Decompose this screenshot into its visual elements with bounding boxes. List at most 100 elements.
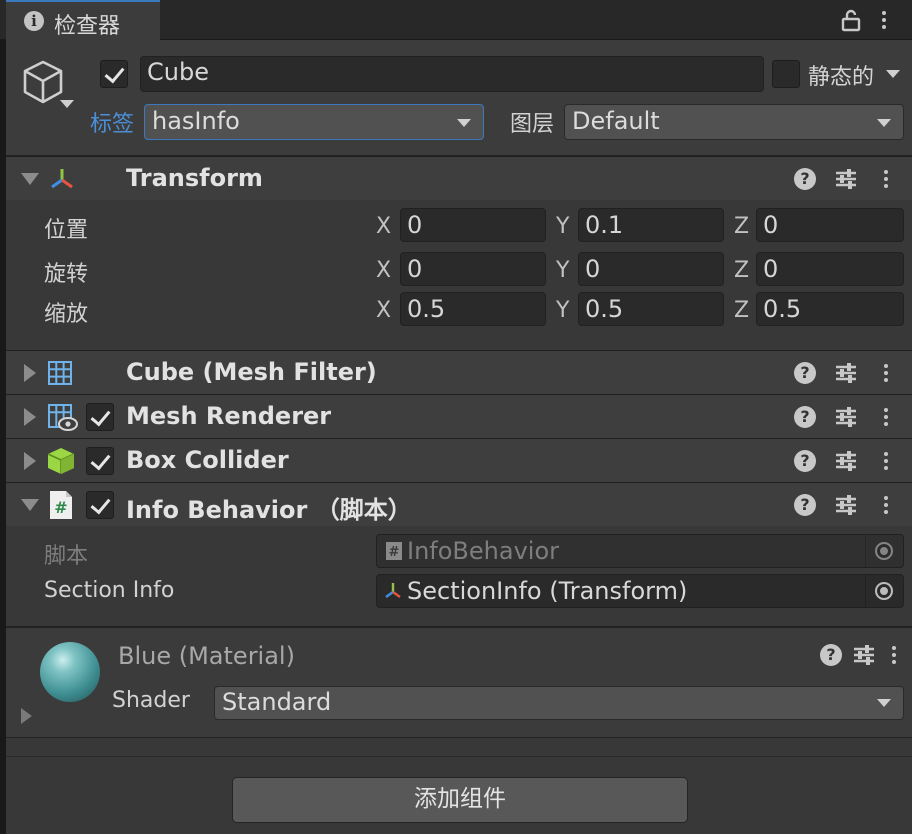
active-checkbox[interactable]: [100, 60, 128, 88]
scale-x-field[interactable]: 0.5: [400, 292, 546, 326]
script-icon: #: [50, 491, 72, 519]
rotation-y-field[interactable]: 0: [578, 252, 724, 286]
position-label: 位置: [44, 218, 89, 243]
info-behavior-body: 脚本 # InfoBehavior Section Info SectionIn…: [6, 526, 912, 626]
static-label: 静态的: [808, 65, 875, 90]
tab-bar: i 检查器: [0, 0, 912, 40]
axis-x-label[interactable]: X: [376, 258, 391, 283]
preset-sliders-icon[interactable]: [834, 168, 858, 190]
static-checkbox[interactable]: [772, 60, 800, 88]
material-section: Blue (Material) ? Shader Standard: [6, 626, 912, 738]
help-icon[interactable]: ?: [794, 450, 816, 472]
axis-y-label[interactable]: Y: [556, 298, 569, 323]
object-name-field[interactable]: Cube: [140, 56, 764, 92]
svg-text:#: #: [389, 545, 400, 560]
position-z-field[interactable]: 0: [756, 208, 904, 242]
kebab-menu-icon[interactable]: [882, 168, 890, 190]
add-component-button[interactable]: 添加组件: [232, 777, 688, 823]
transform-icon: [385, 583, 401, 598]
section-info-field[interactable]: SectionInfo (Transform): [376, 574, 904, 608]
transform-title: Transform: [126, 164, 263, 192]
box-collider-enabled-checkbox[interactable]: [86, 447, 114, 475]
axis-z-label[interactable]: Z: [734, 298, 749, 323]
mesh-renderer-title: Mesh Renderer: [126, 402, 332, 430]
chevron-down-icon: [877, 699, 891, 707]
help-icon[interactable]: ?: [820, 644, 842, 666]
axis-y-label[interactable]: Y: [556, 258, 569, 283]
preset-sliders-icon[interactable]: [834, 494, 858, 516]
box-collider-title: Box Collider: [126, 446, 289, 474]
transform-header[interactable]: Transform ?: [6, 156, 912, 200]
lock-icon[interactable]: [840, 8, 862, 32]
position-y-field[interactable]: 0.1: [578, 208, 724, 242]
object-picker-icon: [865, 535, 903, 567]
foldout-closed-icon[interactable]: [21, 708, 32, 724]
foldout-closed-icon[interactable]: [24, 408, 36, 426]
scale-z-field[interactable]: 0.5: [756, 292, 904, 326]
info-behavior-enabled-checkbox[interactable]: [86, 491, 114, 519]
layer-dropdown[interactable]: Default: [564, 104, 904, 140]
static-dropdown-arrow[interactable]: [886, 70, 900, 78]
object-header: Cube 静态的 标签 hasInfo 图层 Default: [6, 40, 912, 156]
mesh-renderer-enabled-checkbox[interactable]: [86, 403, 114, 431]
mesh-filter-header[interactable]: Cube (Mesh Filter) ?: [6, 350, 912, 394]
kebab-menu-icon[interactable]: [882, 450, 890, 472]
tag-value: hasInfo: [152, 107, 240, 135]
rotation-label: 旋转: [44, 262, 89, 287]
axis-y-label[interactable]: Y: [556, 214, 569, 239]
box-collider-header[interactable]: Box Collider ?: [6, 438, 912, 482]
material-preview-sphere: [40, 642, 100, 702]
mesh-renderer-header[interactable]: Mesh Renderer ?: [6, 394, 912, 438]
layer-value: Default: [572, 107, 660, 135]
preset-sliders-icon[interactable]: [834, 450, 858, 472]
foldout-closed-icon[interactable]: [24, 364, 36, 382]
mesh-renderer-icon: [48, 404, 78, 431]
tab-title: 检查器: [54, 14, 121, 39]
shader-label: Shader: [112, 688, 190, 713]
preset-sliders-icon[interactable]: [834, 406, 858, 428]
info-icon: i: [24, 11, 44, 31]
kebab-menu-icon[interactable]: [880, 9, 888, 31]
help-icon[interactable]: ?: [794, 168, 816, 190]
box-collider-icon: [47, 448, 75, 474]
axis-z-label[interactable]: Z: [734, 214, 749, 239]
help-icon[interactable]: ?: [794, 406, 816, 428]
axis-z-label[interactable]: Z: [734, 258, 749, 283]
tag-dropdown[interactable]: hasInfo: [144, 104, 484, 140]
foldout-closed-icon[interactable]: [24, 452, 36, 470]
kebab-menu-icon[interactable]: [882, 406, 890, 428]
object-picker-icon[interactable]: [865, 575, 903, 607]
mesh-filter-icon: [48, 361, 72, 385]
axis-x-label[interactable]: X: [376, 214, 391, 239]
tag-label: 标签: [90, 112, 135, 137]
section-info-value: SectionInfo (Transform): [407, 577, 688, 605]
scale-y-field[interactable]: 0.5: [578, 292, 724, 326]
foldout-open-icon[interactable]: [21, 173, 39, 185]
bottom-area: 添加组件: [6, 756, 912, 834]
material-title: Blue (Material): [118, 642, 295, 670]
preset-sliders-icon[interactable]: [834, 362, 858, 384]
preset-sliders-icon[interactable]: [852, 644, 876, 666]
rotation-x-field[interactable]: 0: [400, 252, 546, 286]
help-icon[interactable]: ?: [794, 494, 816, 516]
script-icon: #: [386, 542, 402, 560]
transform-icon: [51, 169, 73, 189]
tab-inspector[interactable]: i 检查器: [6, 0, 160, 40]
help-icon[interactable]: ?: [794, 362, 816, 384]
shader-dropdown[interactable]: Standard: [214, 686, 904, 720]
layer-label: 图层: [510, 112, 555, 137]
info-behavior-title: Info Behavior （脚本）: [126, 496, 412, 524]
position-x-field[interactable]: 0: [400, 208, 546, 242]
info-behavior-header[interactable]: # Info Behavior （脚本） ?: [6, 482, 912, 526]
icon-dropdown-arrow[interactable]: [60, 100, 74, 108]
axis-x-label[interactable]: X: [376, 298, 391, 323]
transform-body: 位置 X 0 Y 0.1 Z 0 旋转 X 0 Y 0 Z 0 缩放 X 0.5…: [6, 200, 912, 350]
kebab-menu-icon[interactable]: [882, 494, 890, 516]
foldout-open-icon[interactable]: [21, 499, 39, 511]
script-field: # InfoBehavior: [376, 534, 904, 568]
chevron-down-icon: [457, 119, 471, 127]
scale-label: 缩放: [44, 302, 89, 327]
kebab-menu-icon[interactable]: [890, 644, 898, 666]
rotation-z-field[interactable]: 0: [756, 252, 904, 286]
kebab-menu-icon[interactable]: [882, 362, 890, 384]
